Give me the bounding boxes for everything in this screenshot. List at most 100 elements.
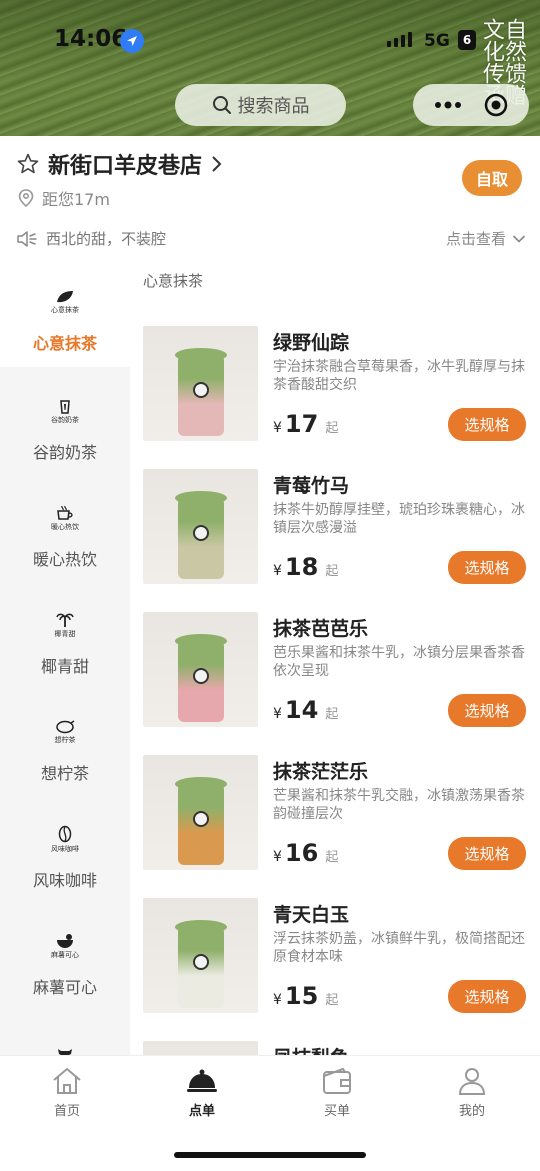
select-spec-button[interactable]: 选规格: [448, 408, 526, 441]
tab-label: 我的: [458, 1104, 485, 1119]
chevron-down-icon: [512, 234, 526, 243]
product-card[interactable]: 青莓竹马 抹茶牛奶醇厚挂壁，琥珀珍珠裹糖心，冰镇层次感漫溢 ¥18 起 选规格: [130, 469, 540, 612]
product-image[interactable]: [143, 326, 258, 441]
mochi-bowl-icon: 麻薯可心: [43, 924, 87, 968]
search-icon: [212, 96, 231, 114]
select-spec-button[interactable]: 选规格: [448, 551, 526, 584]
product-card[interactable]: 凤抹梨鱼: [130, 1041, 540, 1055]
home-icon: [53, 1067, 81, 1094]
price-value: 16: [284, 839, 319, 867]
product-image[interactable]: [143, 1041, 258, 1055]
tab-order[interactable]: 点单: [162, 1066, 242, 1119]
product-description: 芭乐果酱和抹茶牛乳，冰镇分层果香茶香依次呈现: [273, 645, 525, 679]
cup-graphic: [175, 348, 227, 436]
pickup-button[interactable]: 自取: [462, 160, 522, 196]
currency-symbol: ¥: [273, 849, 282, 865]
sidebar-item-coconut[interactable]: 椰青甜 椰青甜: [0, 581, 130, 688]
product-image[interactable]: [143, 898, 258, 1013]
tab-home[interactable]: 首页: [27, 1066, 107, 1119]
lemon-icon: 想柠茶: [43, 710, 87, 754]
tab-mine[interactable]: 我的: [432, 1066, 512, 1119]
close-target-icon[interactable]: [483, 92, 509, 118]
product-image[interactable]: [143, 469, 258, 584]
tab-label: 点单: [188, 1104, 215, 1119]
sidebar-item-matcha[interactable]: 心意抹茶 心意抹茶: [0, 260, 130, 367]
select-spec-button[interactable]: 选规格: [448, 694, 526, 727]
price-suffix: 起: [325, 707, 339, 722]
grain-cup-icon: 谷韵奶茶: [43, 389, 87, 433]
category-mini-label: 风味咖啡: [51, 844, 79, 853]
cup-graphic: [175, 634, 227, 722]
store-name[interactable]: 新街口羊皮巷店: [48, 148, 202, 180]
search-label: 搜索商品: [237, 96, 310, 117]
sidebar-item-lemon-tea[interactable]: 想柠茶 想柠茶: [0, 688, 130, 795]
battery-level: 6: [462, 33, 472, 47]
category-mini-label: 谷韵奶茶: [51, 415, 79, 424]
location-arrow-icon: [120, 29, 144, 53]
section-title: 心意抹茶: [143, 272, 204, 290]
select-spec-button[interactable]: 选规格: [448, 980, 526, 1013]
store-selector[interactable]: 新街口羊皮巷店: [16, 148, 222, 180]
product-description: 抹茶牛奶醇厚挂壁，琥珀珍珠裹糖心，冰镇层次感漫溢: [273, 502, 525, 536]
product-name: 抹茶芭芭乐: [273, 618, 369, 640]
search-button[interactable]: 搜索商品: [175, 84, 346, 126]
price-suffix: 起: [325, 564, 339, 579]
store-distance: 距您17m: [42, 190, 110, 209]
sidebar-item-milk-tea[interactable]: 谷韵奶茶 谷韵奶茶: [0, 367, 130, 474]
hot-cup-icon: 暖心热饮: [43, 496, 87, 540]
category-mini-label: 麻薯可心: [51, 950, 79, 959]
product-card[interactable]: 抹茶茫茫乐 芒果酱和抹茶牛乳交融，冰镇激荡果香茶韵碰撞层次 ¥16 起 选规格: [130, 755, 540, 898]
product-image[interactable]: [143, 755, 258, 870]
product-name: 绿野仙踪: [273, 332, 350, 354]
category-mini-label: 椰青甜: [54, 629, 76, 638]
product-list: 心意抹茶 绿野仙踪 宇治抹茶融合草莓果香，冰牛乳醇厚与抹茶香酸甜交织 ¥17 起选规格…: [130, 260, 540, 1055]
network-label: 5G: [424, 31, 450, 51]
sidebar-item-label: 麻薯可心: [32, 978, 97, 997]
more-icon[interactable]: [434, 101, 462, 109]
currency-symbol: ¥: [273, 706, 282, 722]
battery-icon: 6: [458, 30, 476, 50]
product-card[interactable]: 绿野仙踪 宇治抹茶融合草莓果香，冰牛乳醇厚与抹茶香酸甜交织 ¥17 起 选规格: [130, 326, 540, 469]
sidebar-item-mochi[interactable]: 麻薯可心 麻薯可心: [0, 902, 130, 1009]
tab-label: 首页: [53, 1104, 80, 1119]
category-sidebar: 心意抹茶 心意抹茶 谷韵奶茶 谷韵奶茶 暖心热饮 暖心热饮 椰青甜 椰青甜 想柠…: [0, 260, 130, 1055]
user-icon: [458, 1068, 486, 1095]
product-image[interactable]: [143, 612, 258, 727]
cup-graphic: [175, 491, 227, 579]
product-price: ¥18 起: [273, 553, 338, 581]
wallet-icon: [323, 1067, 351, 1094]
notice-bar[interactable]: 西北的甜，不装腔 点击查看: [16, 228, 526, 249]
star-icon[interactable]: [16, 152, 40, 176]
price-value: 18: [284, 553, 319, 581]
select-spec-button[interactable]: 选规格: [448, 837, 526, 870]
price-suffix: 起: [325, 993, 339, 1008]
mini-program-capsule: [413, 84, 529, 126]
sidebar-item-coffee[interactable]: 风味咖啡 风味咖啡: [0, 795, 130, 902]
sidebar-item-more[interactable]: [0, 1009, 130, 1055]
cow-icon: [43, 1031, 87, 1055]
signal-icon: [387, 32, 412, 47]
sidebar-item-label: 风味咖啡: [32, 871, 97, 890]
sidebar-item-label: 暖心热饮: [32, 550, 97, 569]
cup-graphic: [175, 920, 227, 1008]
product-name: 凤抹梨鱼: [273, 1043, 349, 1055]
category-mini-label: 想柠茶: [54, 735, 76, 744]
price-value: 14: [284, 696, 319, 724]
sidebar-item-hot-drinks[interactable]: 暖心热饮 暖心热饮: [0, 474, 130, 581]
product-name: 青天白玉: [273, 904, 350, 926]
notice-more[interactable]: 点击查看: [446, 228, 526, 249]
sidebar-item-label: 谷韵奶茶: [32, 443, 97, 462]
location-pin-icon: [18, 189, 34, 207]
product-name: 抹茶茫茫乐: [273, 761, 369, 783]
matcha-leaf-icon: 心意抹茶: [43, 280, 87, 324]
tab-pay[interactable]: 买单: [297, 1066, 377, 1119]
store-info: 新街口羊皮巷店 距您17m 自取 西北的甜，不装腔 点击查看: [0, 136, 540, 260]
product-card[interactable]: 抹茶芭芭乐芭乐果酱和抹茶牛乳，冰镇分层果香茶香依次呈现 ¥14 起 选规格: [130, 612, 540, 755]
price-value: 17: [284, 410, 319, 438]
product-card[interactable]: 青天白玉 浮云抹茶奶盖，冰镇鲜牛乳，极简搭配还原食材本味 ¥15 起 选规格: [130, 898, 540, 1041]
currency-symbol: ¥: [273, 420, 282, 436]
product-price: ¥16 起: [273, 839, 338, 867]
category-mini-label: 暖心热饮: [51, 522, 79, 531]
home-indicator: [174, 1152, 366, 1158]
product-price: ¥17 起: [273, 410, 338, 438]
